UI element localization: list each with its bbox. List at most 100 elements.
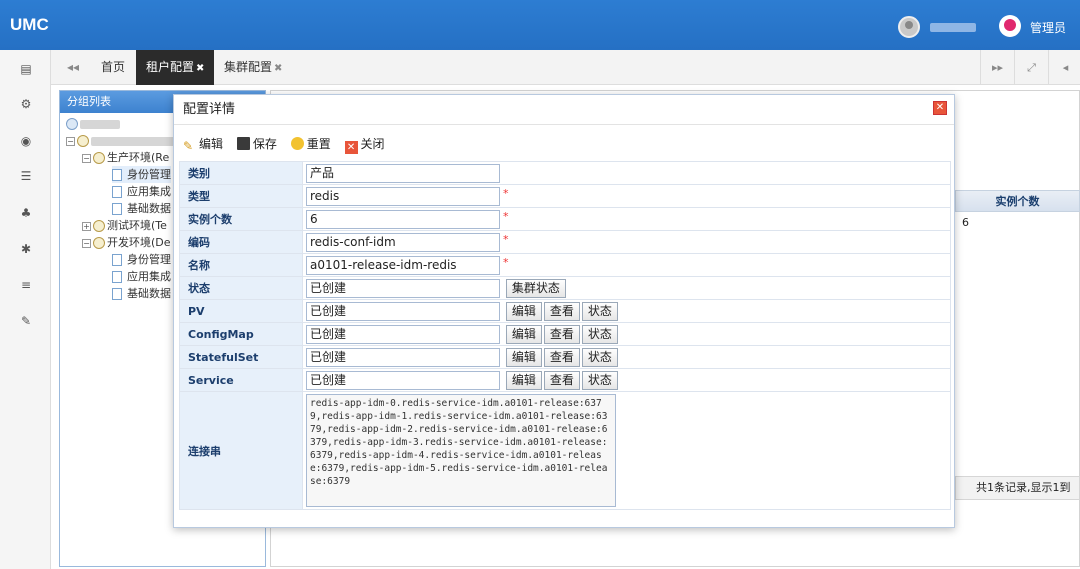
tab-scroll-left-icon[interactable]: ◂◂	[57, 50, 89, 85]
tab-cluster-config[interactable]: 集群配置 ✖	[214, 50, 292, 85]
server-icon[interactable]: ☰	[18, 168, 34, 184]
pv-view-button[interactable]: 查看	[543, 301, 580, 321]
floppy-icon	[236, 137, 250, 150]
service-edit-button[interactable]: 编辑	[505, 370, 542, 390]
left-nav: ▤ ⚙ ◉ ☰ ♣ ✱ ≡ ✎	[0, 50, 51, 569]
tree-node-prod[interactable]: − 生产环境(Re	[82, 149, 169, 166]
close-icon[interactable]: ✕	[933, 101, 947, 115]
field-label: PV	[179, 299, 303, 323]
field-label: StatefulSet	[179, 345, 303, 369]
cluster-status-button[interactable]: 集群状态	[505, 278, 566, 298]
folder-icon	[77, 135, 89, 147]
configmap-edit-button[interactable]: 编辑	[505, 324, 542, 344]
field-cell: 6 *	[302, 207, 951, 231]
required-mark: *	[503, 186, 509, 200]
close-icon[interactable]: ✖	[196, 63, 204, 74]
configmap-status-button[interactable]: 状态	[581, 324, 618, 344]
name-field[interactable]: a0101-release-idm-redis	[306, 255, 500, 275]
gears-icon[interactable]: ⚙	[18, 96, 34, 112]
field-label: 状态	[179, 276, 303, 300]
sitemap-icon[interactable]: ♣	[18, 205, 34, 221]
tree-node-dev-base[interactable]: 基础数据	[112, 285, 171, 302]
edit-button[interactable]: ✎ 编辑	[183, 135, 223, 153]
field-label: ConfigMap	[179, 322, 303, 346]
config-detail-dialog: 配置详情 ✕ ✎ 编辑 保存 重置 ✕ 关闭 类别 产品 类型 redis * 实例个…	[173, 94, 955, 528]
status-field[interactable]: 已创建	[306, 278, 500, 298]
tree-node-dev[interactable]: − 开发环境(De	[82, 234, 171, 251]
tree-node-dev-idm[interactable]: 身份管理	[112, 251, 171, 268]
field-label: 实例个数	[179, 207, 303, 231]
role-menu[interactable]: 管理员	[1030, 19, 1066, 36]
instances-field[interactable]: 6	[306, 209, 500, 229]
tab-tenant-config[interactable]: 租户配置 ✖	[136, 50, 215, 85]
connection-string-textarea[interactable]: redis-app-idm-0.redis-service-idm.a0101-…	[306, 394, 616, 507]
id-card-icon[interactable]: ▤	[18, 61, 34, 77]
grid-col-instances[interactable]: 实例个数	[955, 190, 1080, 212]
tree-label: 应用集成	[127, 185, 171, 198]
field-label: 类型	[179, 184, 303, 208]
configmap-field[interactable]: 已创建	[306, 324, 500, 344]
configmap-view-button[interactable]: 查看	[543, 324, 580, 344]
close-icon[interactable]: ✖	[274, 63, 282, 74]
row-connection-string: 连接串 redis-app-idm-0.redis-service-idm.a0…	[179, 391, 951, 510]
collapse-icon[interactable]: −	[82, 153, 91, 163]
tree-label: 开发环境(De	[107, 236, 171, 249]
tree-root[interactable]	[66, 115, 120, 132]
cog-icon[interactable]: ✱	[18, 241, 34, 257]
reset-button[interactable]: 重置	[290, 135, 331, 152]
category-field[interactable]: 产品	[306, 163, 500, 183]
fullscreen-icon[interactable]: ⤢	[1014, 50, 1048, 85]
expand-icon[interactable]: +	[82, 221, 91, 231]
row-instances: 实例个数 6 *	[179, 207, 951, 231]
tree-node-base[interactable]: 基础数据	[112, 200, 171, 217]
app-logo: UMC	[10, 15, 49, 34]
document-icon	[112, 203, 122, 215]
pv-edit-button[interactable]: 编辑	[505, 301, 542, 321]
save-label: 保存	[252, 137, 277, 151]
statefulset-field[interactable]: 已创建	[306, 347, 500, 367]
close-icon: ✕	[344, 141, 358, 154]
save-button[interactable]: 保存	[236, 135, 277, 152]
list-icon[interactable]: ≡	[18, 277, 34, 293]
tree-node-test[interactable]: + 测试环境(Te	[82, 217, 167, 234]
tree-node-app[interactable]: 应用集成	[112, 183, 171, 200]
grid-pager-info: 共1条记录,显示1到	[955, 476, 1080, 500]
user-avatar[interactable]	[898, 16, 920, 38]
eye-icon[interactable]: ◉	[18, 133, 34, 149]
field-cell: redis *	[302, 184, 951, 208]
statefulset-edit-button[interactable]: 编辑	[505, 347, 542, 367]
config-form: 类别 产品 类型 redis * 实例个数 6 * 编码 redis-conf-id…	[179, 161, 951, 510]
user-name-redacted[interactable]	[930, 23, 976, 32]
tab-scroll-right-icon[interactable]: ▸▸	[980, 50, 1014, 85]
code-field[interactable]: redis-conf-idm	[306, 232, 500, 252]
pv-field[interactable]: 已创建	[306, 301, 500, 321]
tree-org[interactable]: −	[66, 132, 181, 149]
row-name: 名称 a0101-release-idm-redis *	[179, 253, 951, 277]
field-label: 类别	[179, 161, 303, 185]
dialog-title: 配置详情	[174, 95, 954, 125]
field-label: 连接串	[179, 391, 303, 510]
close-button[interactable]: ✕ 关闭	[344, 135, 385, 154]
pv-status-button[interactable]: 状态	[581, 301, 618, 321]
statefulset-status-button[interactable]: 状态	[581, 347, 618, 367]
tree-node-dev-app[interactable]: 应用集成	[112, 268, 171, 285]
statefulset-view-button[interactable]: 查看	[543, 347, 580, 367]
tree-label: 身份管理	[127, 253, 171, 266]
collapse-icon[interactable]: −	[66, 136, 75, 146]
service-field[interactable]: 已创建	[306, 370, 500, 390]
tree-node-idm[interactable]: 身份管理	[112, 166, 171, 183]
tab-bar: ◂◂ 首页 租户配置 ✖ 集群配置 ✖ ▸▸ ⤢ ◂	[51, 50, 1080, 85]
row-pv: PV 已创建 编辑 查看 状态	[179, 299, 951, 323]
tab-home[interactable]: 首页	[91, 50, 135, 85]
row-statefulset: StatefulSet 已创建 编辑 查看 状态	[179, 345, 951, 369]
reset-icon	[290, 137, 304, 150]
service-view-button[interactable]: 查看	[543, 370, 580, 390]
tab-label: 租户配置	[146, 60, 195, 74]
tab-menu-icon[interactable]: ◂	[1048, 50, 1080, 85]
service-status-button[interactable]: 状态	[581, 370, 618, 390]
grid-cell-instances: 6	[962, 216, 969, 229]
type-field[interactable]: redis	[306, 186, 500, 206]
collapse-icon[interactable]: −	[82, 238, 91, 248]
wrench-icon[interactable]: ✎	[18, 313, 34, 329]
row-type: 类型 redis *	[179, 184, 951, 208]
